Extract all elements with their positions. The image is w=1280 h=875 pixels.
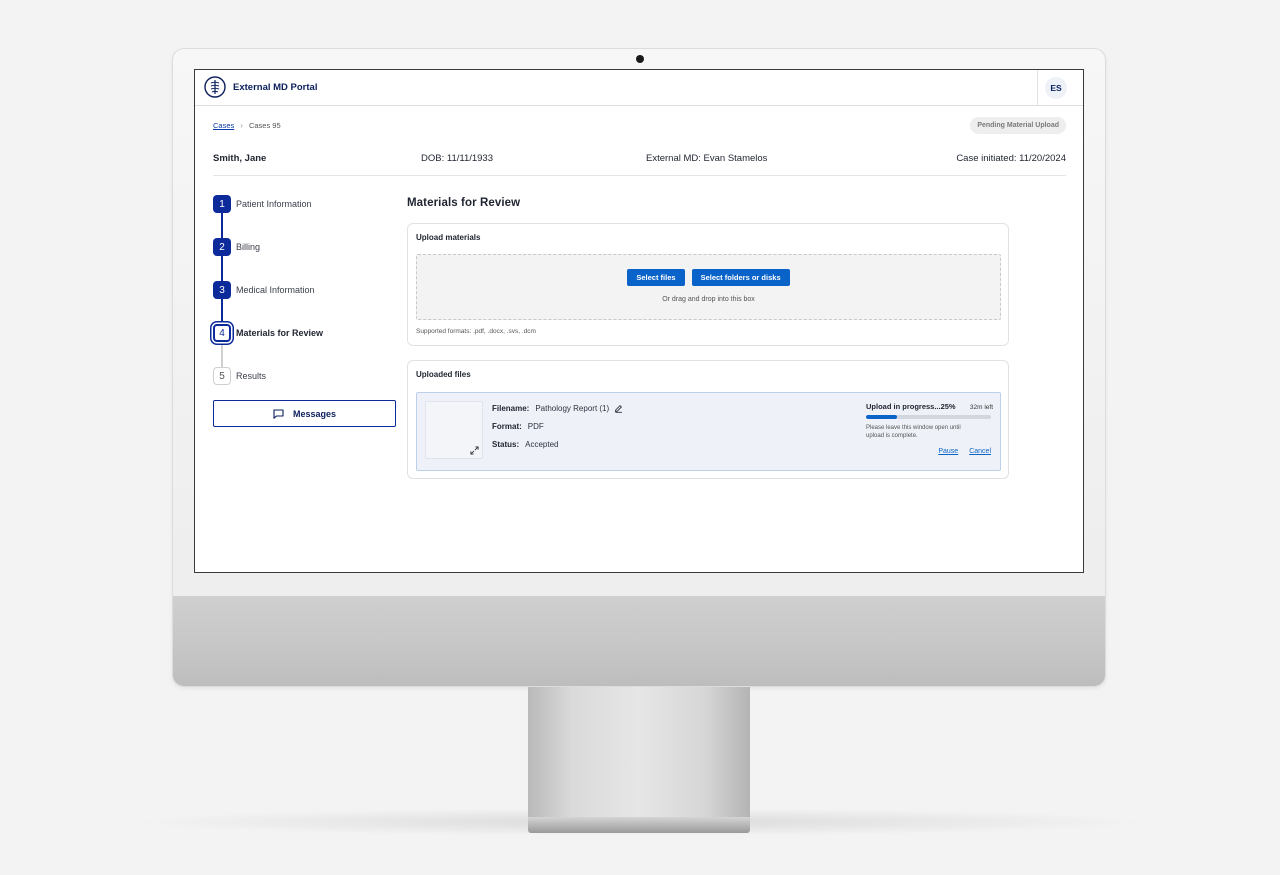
patient-dob: DOB: 11/11/1933 (421, 153, 494, 164)
chat-bubble-icon (273, 408, 284, 419)
uploaded-files-card: Uploaded files Filename: Pathology Repor… (407, 360, 1009, 479)
step-patient-information[interactable]: 1 Patient Information (213, 195, 312, 213)
step-results[interactable]: 5 Results (213, 367, 266, 385)
file-dropzone[interactable]: Select files Select folders or disks Or … (416, 254, 1001, 320)
status-value: Accepted (525, 440, 559, 449)
filename-value: Pathology Report (1) (535, 404, 610, 413)
step-number: 2 (213, 238, 231, 256)
step-label: Materials for Review (236, 328, 324, 338)
breadcrumb-cases-link[interactable]: Cases (213, 121, 234, 130)
file-format-row: Format: PDF (492, 422, 544, 431)
case-status-badge: Pending Material Upload (970, 117, 1066, 134)
patient-name: Smith, Jane (213, 153, 267, 164)
progress-note: Please leave this window open until uplo… (866, 425, 961, 439)
step-label: Billing (236, 242, 261, 252)
screen: External MD Portal ES Cases › Cases 95 P… (194, 69, 1084, 573)
chevron-right-icon: › (240, 121, 243, 130)
step-medical-information[interactable]: 3 Medical Information (213, 281, 315, 299)
step-number: 5 (213, 367, 231, 385)
step-billing[interactable]: 2 Billing (213, 238, 260, 256)
upload-card-title: Upload materials (416, 233, 481, 242)
file-status-row: Status: Accepted (492, 440, 558, 449)
progress-bar-fill (866, 415, 898, 419)
expand-arrows-icon[interactable] (470, 446, 479, 455)
format-value: PDF (527, 422, 544, 431)
step-materials-for-review[interactable]: 4 Materials for Review (213, 324, 323, 342)
drop-hint: Or drag and drop into this box (662, 296, 755, 303)
portal-title[interactable]: External MD Portal (233, 82, 317, 93)
top-navigation-bar: External MD Portal ES (195, 70, 1083, 106)
step-label: Results (236, 371, 267, 381)
case-initiated-date: Case initiated: 11/20/2024 (956, 153, 1066, 164)
camera-icon (636, 55, 644, 63)
page-title: Materials for Review (407, 197, 521, 209)
messages-label: Messages (292, 408, 337, 419)
stepper-line-completed (221, 204, 223, 333)
breadcrumb: Cases › Cases 95 (213, 121, 281, 130)
select-files-button[interactable]: Select files (627, 269, 685, 286)
imac-stand (528, 687, 750, 817)
messages-button[interactable]: Messages (213, 400, 396, 427)
pencil-icon[interactable] (614, 404, 623, 413)
filename-label: Filename: (492, 404, 530, 413)
step-number: 4 (213, 324, 231, 342)
imac-stand-foot (528, 817, 750, 833)
status-label: Status: (492, 440, 520, 449)
supported-formats: Supported formats: .pdf, .docx, .svs, .d… (416, 328, 536, 335)
format-label: Format: (492, 422, 522, 431)
step-label: Medical Information (236, 285, 315, 295)
patient-summary: Smith, Jane DOB: 11/11/1933 External MD:… (213, 152, 1066, 176)
time-left: 32m left (969, 404, 993, 411)
monitor-chin (173, 596, 1105, 686)
file-thumbnail[interactable] (425, 401, 483, 459)
shield-spine-logo-icon[interactable] (204, 76, 226, 98)
step-label: Patient Information (236, 199, 312, 209)
upload-materials-card: Upload materials Select files Select fol… (407, 223, 1009, 346)
progress-text: Upload in progress...25% (866, 402, 956, 411)
cancel-upload-link[interactable]: Cancel (969, 448, 991, 455)
topbar-divider (1037, 70, 1038, 106)
progress-bar-track (866, 415, 991, 419)
upload-button-row: Select files Select folders or disks (417, 269, 1000, 286)
breadcrumb-current: Cases 95 (248, 121, 281, 130)
file-name-row: Filename: Pathology Report (1) (492, 404, 623, 413)
user-avatar[interactable]: ES (1045, 77, 1067, 99)
uploaded-file-item: Filename: Pathology Report (1) Format: P… (416, 392, 1001, 471)
upload-progress: Upload in progress...25% 32m left Please… (866, 402, 993, 440)
pause-upload-link[interactable]: Pause (938, 448, 958, 455)
step-number: 3 (213, 281, 231, 299)
upload-actions: Pause Cancel (938, 448, 991, 455)
uploaded-files-title: Uploaded files (416, 370, 471, 379)
progress-header: Upload in progress...25% 32m left (866, 402, 993, 411)
select-folders-button[interactable]: Select folders or disks (691, 269, 790, 286)
step-number: 1 (213, 195, 231, 213)
external-md: External MD: Evan Stamelos (646, 153, 768, 164)
